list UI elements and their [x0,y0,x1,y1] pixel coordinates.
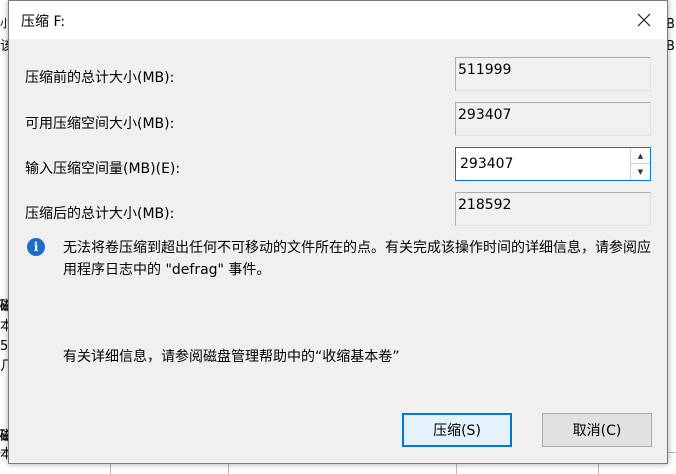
total-size-before-value: 511999 [455,57,651,91]
help-text: 有关详细信息，请参阅磁盘管理帮助中的“收缩基本卷” [63,349,400,365]
triangle-down-icon: ▼ [637,168,644,176]
total-size-before-label: 压缩前的总计大小(MB): [25,70,175,86]
shrink-button[interactable]: 压缩(S) [402,413,512,447]
close-icon [637,13,651,27]
shrink-amount-stepper: ▲ ▼ [455,147,651,181]
cancel-button[interactable]: 取消(C) [542,413,652,447]
shrink-volume-dialog: 压缩 F: 压缩前的总计大小(MB): 511999 可用压缩空间大小(MB):… [8,0,668,464]
info-message: 无法将卷压缩到超出任何不可移动的文件所在的点。有关完成该操作时间的详细信息，请参… [63,240,651,278]
cancel-button-label: 取消(C) [572,423,622,439]
total-size-after-value: 218592 [455,192,651,226]
total-size-after-label: 压缩后的总计大小(MB): [25,206,175,222]
available-shrink-space-value: 293407 [455,102,651,136]
available-shrink-space-label: 可用压缩空间大小(MB): [25,116,175,132]
info-icon: i [27,238,45,256]
stepper-down-button[interactable]: ▼ [631,164,650,180]
shrink-amount-label: 输入压缩空间量(MB)(E): [25,161,181,177]
triangle-up-icon: ▲ [637,151,644,160]
close-button[interactable] [621,1,667,39]
stepper-buttons: ▲ ▼ [630,148,650,180]
stepper-up-button[interactable]: ▲ [631,148,650,164]
shrink-button-label: 压缩(S) [433,423,481,439]
dialog-titlebar: 压缩 F: [9,1,667,39]
dialog-title: 压缩 F: [21,14,66,30]
shrink-amount-input[interactable] [456,148,630,180]
